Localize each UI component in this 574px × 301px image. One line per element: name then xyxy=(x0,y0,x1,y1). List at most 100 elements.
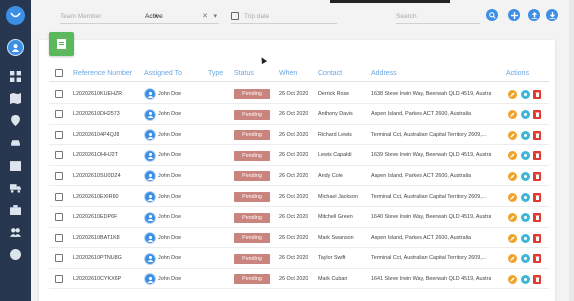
assignee-name: John Doe xyxy=(158,255,182,262)
chevron-down-icon: ▾ xyxy=(213,13,217,20)
row-checkbox[interactable] xyxy=(55,130,63,139)
edit-icon[interactable] xyxy=(508,89,517,99)
view-icon[interactable] xyxy=(521,130,530,140)
address: 1638 Steve Irwin Way, Beerwah QLD 4519, … xyxy=(371,90,491,97)
view-icon[interactable] xyxy=(521,192,530,202)
row-checkbox[interactable] xyxy=(55,110,63,119)
dashboard-icon[interactable] xyxy=(9,70,22,83)
header-assigned[interactable]: Assigned To xyxy=(144,70,182,77)
address: Terminal Cct, Australian Capital Territo… xyxy=(371,193,487,200)
add-button[interactable] xyxy=(508,9,520,21)
row-checkbox[interactable] xyxy=(55,192,63,201)
address: Aspen Island, Parkes ACT 2600, Australia xyxy=(371,234,471,241)
header-divider xyxy=(49,81,549,82)
delete-icon[interactable] xyxy=(533,151,541,161)
header-type[interactable]: Type xyxy=(208,70,223,77)
address: 1640 Steve Irwin Way, Beerwah QLD 4519, … xyxy=(371,214,491,221)
reference-number: L20202610PTNU8G xyxy=(73,255,122,262)
reference-number: L2020261OHHJ2T xyxy=(73,152,118,159)
status-badge: Pending xyxy=(234,130,270,141)
delete-icon[interactable] xyxy=(533,89,541,99)
contact-name: Anthony Davis xyxy=(318,111,353,118)
assignee-avatar xyxy=(144,88,156,100)
status-badge: Pending xyxy=(234,171,270,182)
search-input[interactable]: Search xyxy=(396,9,480,24)
assignee-name: John Doe xyxy=(158,90,182,97)
scrollbar[interactable] xyxy=(569,0,574,301)
row-checkbox[interactable] xyxy=(55,89,63,98)
search-button[interactable] xyxy=(486,9,498,21)
assignee-name: John Doe xyxy=(158,111,182,118)
assignee-avatar xyxy=(144,211,156,224)
contact-name: Lewis Capaldi xyxy=(318,152,352,159)
reference-number: L20202610BAT1K8 xyxy=(73,234,120,241)
header-actions: Actions xyxy=(506,70,529,77)
delete-icon[interactable] xyxy=(533,274,541,284)
top-bar: Team Member ▾ Active ✕ ▾ Trip date Searc… xyxy=(31,0,574,32)
address: Terminal Cct, Australian Capital Territo… xyxy=(371,255,487,262)
view-icon[interactable] xyxy=(521,233,530,243)
header-when[interactable]: When xyxy=(279,70,297,77)
row-checkbox[interactable] xyxy=(55,171,63,180)
row-checkbox[interactable] xyxy=(55,213,63,222)
contact-name: Mark Cuban xyxy=(318,275,348,282)
row-checkbox[interactable] xyxy=(55,151,63,160)
delete-icon[interactable] xyxy=(533,192,541,202)
edit-icon[interactable] xyxy=(508,130,517,140)
trip-date: 26 Oct 2020 xyxy=(279,131,309,138)
map-icon[interactable] xyxy=(9,92,22,105)
logo-icon[interactable] xyxy=(6,6,25,25)
calendar-icon[interactable] xyxy=(9,159,22,172)
briefcase-icon[interactable] xyxy=(9,203,22,216)
trip-date: 26 Oct 2020 xyxy=(279,90,309,97)
edit-icon[interactable] xyxy=(508,171,517,181)
help-icon[interactable] xyxy=(9,248,22,261)
trip-date-filter[interactable]: Trip date xyxy=(231,9,337,24)
delete-icon[interactable] xyxy=(533,110,541,120)
edit-icon[interactable] xyxy=(508,233,517,243)
header-reference[interactable]: Reference Number xyxy=(73,70,132,77)
header-contact[interactable]: Contact xyxy=(318,70,342,77)
trip-date: 26 Oct 2020 xyxy=(279,255,309,262)
clear-icon[interactable]: ✕ xyxy=(202,12,208,20)
row-checkbox[interactable] xyxy=(55,274,63,283)
view-icon[interactable] xyxy=(521,89,530,99)
row-checkbox[interactable] xyxy=(55,233,63,242)
delete-icon[interactable] xyxy=(533,171,541,181)
view-icon[interactable] xyxy=(521,171,530,181)
status-filter[interactable]: Active ✕ ▾ xyxy=(145,9,219,24)
upload-button[interactable] xyxy=(528,9,540,21)
edit-icon[interactable] xyxy=(508,192,517,202)
status-badge: Pending xyxy=(234,253,270,264)
reference-number: L202026104P4QJ8 xyxy=(73,131,120,138)
plus-icon xyxy=(510,11,518,19)
status-badge: Pending xyxy=(234,274,270,285)
delete-icon[interactable] xyxy=(533,233,541,243)
user-avatar[interactable] xyxy=(7,39,24,56)
search-icon xyxy=(488,11,496,19)
address: Terminal Cct, Australian Capital Territo… xyxy=(371,131,487,138)
header-address[interactable]: Address xyxy=(371,70,397,77)
sidebar xyxy=(0,0,31,301)
calendar-icon xyxy=(231,12,239,20)
truck-icon[interactable] xyxy=(9,181,22,194)
row-checkbox[interactable] xyxy=(55,254,63,263)
download-button[interactable] xyxy=(546,9,558,21)
view-icon[interactable] xyxy=(521,274,530,284)
add-trip-button[interactable] xyxy=(49,32,74,56)
location-pin-icon[interactable] xyxy=(9,114,22,127)
assignee-name: John Doe xyxy=(158,275,182,282)
car-icon[interactable] xyxy=(9,136,22,149)
users-icon[interactable] xyxy=(9,226,22,239)
team-member-placeholder: Team Member xyxy=(60,12,102,20)
delete-icon[interactable] xyxy=(533,213,541,223)
select-all-checkbox[interactable] xyxy=(55,69,63,77)
edit-icon[interactable] xyxy=(508,274,517,284)
status-badge: Pending xyxy=(234,192,270,202)
download-icon xyxy=(549,11,555,19)
header-status[interactable]: Status xyxy=(234,70,254,77)
status-filter-value: Active xyxy=(145,12,163,20)
reference-number: L20202610SU0DZ4 xyxy=(73,172,121,179)
delete-icon[interactable] xyxy=(533,254,541,264)
delete-icon[interactable] xyxy=(533,130,541,140)
